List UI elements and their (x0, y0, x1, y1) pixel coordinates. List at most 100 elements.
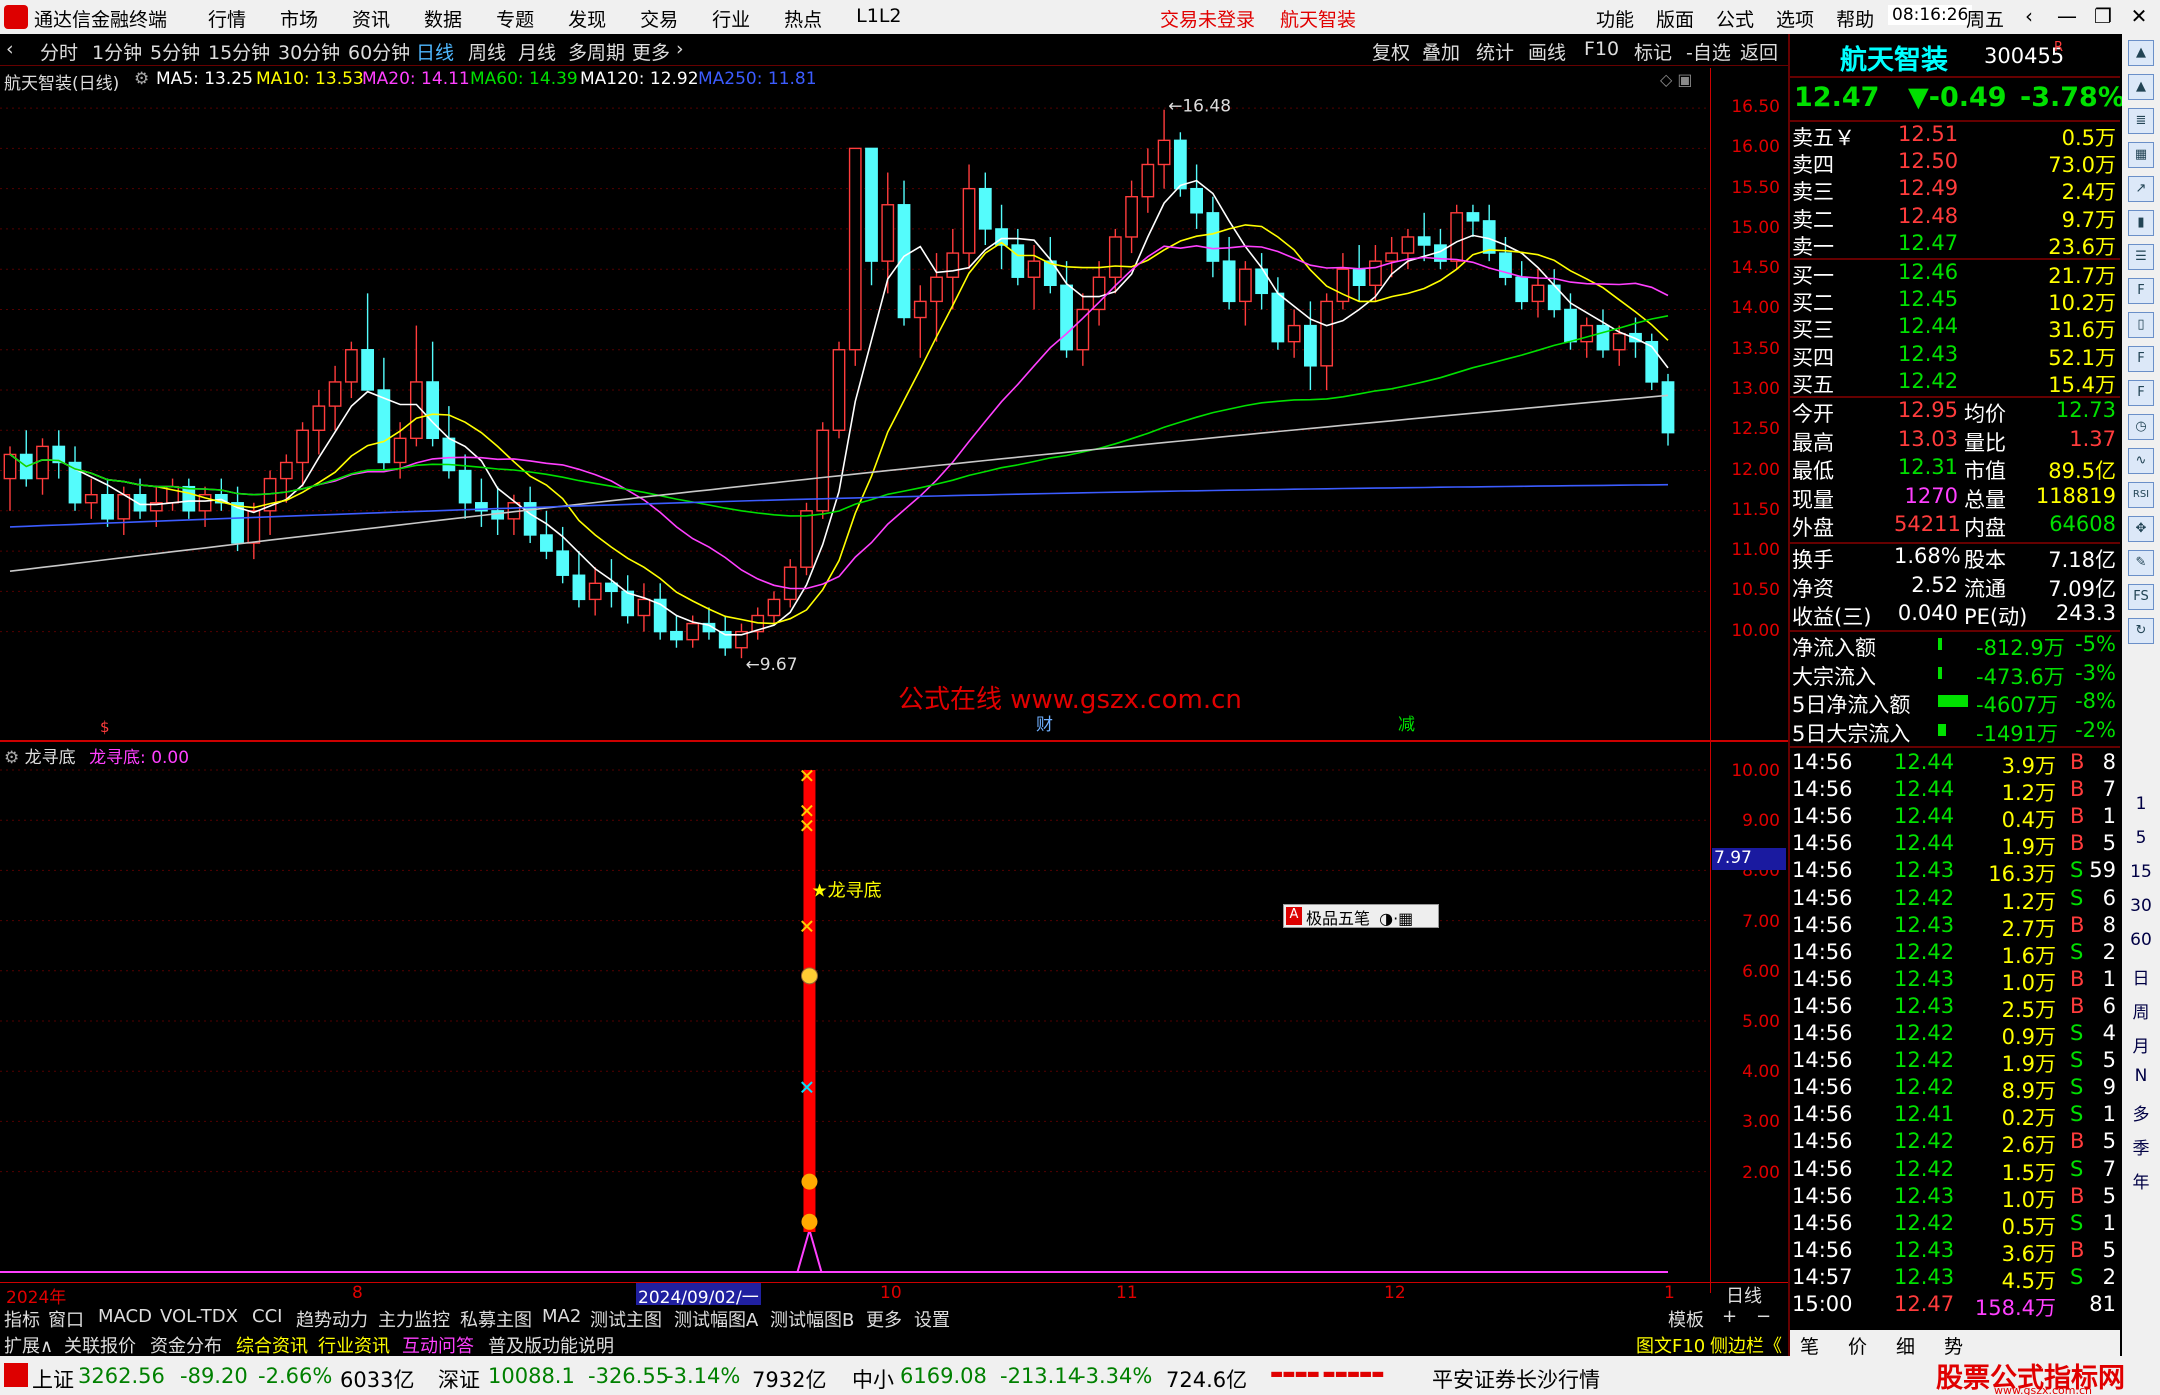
sidebar-tab[interactable]: 侧边栏《 (1710, 1332, 1782, 1358)
tick-row[interactable]: 14:56 12.41 0.2万 S 1 (1790, 1102, 2120, 1130)
candle-body[interactable] (1141, 163, 1155, 198)
trade-login-alert[interactable]: 交易未登录 (1160, 5, 1255, 32)
indicator-tab-3[interactable]: VOL-TDX (160, 1306, 238, 1327)
ask-row[interactable]: 卖五￥ 12.51 0.5万 (1790, 122, 2120, 150)
up-icon[interactable]: ▲ (2128, 74, 2154, 100)
indicator-tab-7[interactable]: 私募主图 (460, 1306, 532, 1332)
candle-body[interactable] (36, 445, 49, 480)
tick-row[interactable]: 14:56 12.44 3.9万 B 8 (1790, 750, 2120, 778)
candlestick-chart[interactable]: ←16.48 ←9.67 公式在线 www.gszx.com.cn财 减 $ (0, 68, 1710, 740)
sh-label[interactable]: 上证 (32, 1364, 74, 1394)
candle-body[interactable] (930, 276, 943, 303)
candle-body[interactable] (962, 187, 976, 254)
period-tab-0[interactable]: 分时 (40, 38, 78, 65)
tick-row[interactable]: 14:56 12.42 1.5万 S 7 (1790, 1157, 2120, 1185)
right-menu-item-4[interactable]: 帮助 (1836, 5, 1874, 32)
candle-body[interactable] (1271, 292, 1285, 343)
tick-row[interactable]: 14:56 12.43 2.7万 B 8 (1790, 913, 2120, 941)
candle-body[interactable] (117, 494, 131, 520)
candle-body[interactable] (1385, 252, 1399, 262)
candle-body[interactable] (1304, 324, 1317, 367)
candle-body[interactable] (1287, 324, 1301, 343)
indicator-tab-6[interactable]: 主力监控 (378, 1306, 450, 1332)
indicator-tab-11[interactable]: 测试幅图B (770, 1306, 854, 1332)
candle-body[interactable] (670, 630, 683, 641)
candle-body[interactable] (1612, 332, 1626, 351)
ext-tab-5[interactable]: 互动问答 (402, 1332, 474, 1358)
stat-row[interactable]: 最低 12.31 市值 89.5亿 (1790, 455, 2120, 483)
candle-body[interactable] (1027, 260, 1041, 278)
stock-name-alert[interactable]: 航天智装 (1280, 5, 1356, 32)
bid-row[interactable]: 买四 12.43 52.1万 (1790, 342, 2120, 370)
ext-tab-1[interactable]: 关联报价 (64, 1332, 136, 1358)
tick-row[interactable]: 14:56 12.42 2.6万 B 5 (1790, 1129, 2120, 1157)
menu-item-2[interactable]: 资讯 (352, 5, 390, 32)
candle-body[interactable] (312, 405, 326, 431)
period-tab-8[interactable]: 月线 (518, 38, 556, 65)
candle-body[interactable] (540, 534, 553, 552)
indicator-tab-12[interactable]: 更多 (866, 1306, 902, 1332)
template-tab-2[interactable]: − (1756, 1306, 1771, 1327)
indicator-tab-5[interactable]: 趋势动力 (296, 1306, 368, 1332)
candle-body[interactable] (328, 381, 342, 407)
candle-body[interactable] (1060, 284, 1073, 351)
tick-view-tab-1[interactable]: 价 (1848, 1332, 1867, 1359)
back-icon[interactable]: ‹ (2014, 4, 2044, 28)
period-tab-3[interactable]: 15分钟 (208, 38, 270, 65)
tick-row[interactable]: 14:56 12.43 1.0万 B 1 (1790, 967, 2120, 995)
ext-tab-3[interactable]: 综合资讯 (236, 1332, 308, 1358)
chart-icon[interactable]: ↗ (2128, 176, 2154, 202)
candle-body[interactable] (1531, 284, 1545, 303)
indicator-tab-8[interactable]: MA2 (542, 1306, 581, 1327)
candle-body[interactable] (1564, 308, 1577, 343)
candle-body[interactable] (588, 582, 602, 601)
candle-body[interactable] (783, 566, 797, 601)
tick-view-tab-2[interactable]: 细 (1896, 1332, 1915, 1359)
ext-tab-6[interactable]: 普及版功能说明 (488, 1332, 614, 1358)
settings-icon[interactable]: ⚙ (4, 748, 19, 768)
candle-body[interactable] (913, 300, 927, 319)
stat-row[interactable]: 现量 1270 总量 118819 (1790, 484, 2120, 512)
more-chevron-icon[interactable]: › (676, 38, 684, 60)
ext-tab-4[interactable]: 行业资讯 (318, 1332, 390, 1358)
candle-body[interactable] (1190, 187, 1203, 214)
stat-row[interactable]: 最高 13.03 量比 1.37 (1790, 427, 2120, 455)
split-icon[interactable]: F (2128, 346, 2154, 372)
candle-body[interactable] (1076, 308, 1090, 351)
bid-row[interactable]: 买一 12.46 21.7万 (1790, 260, 2120, 288)
chart-option-icon[interactable]: ◇ ▣ (1660, 70, 1693, 89)
tick-row[interactable]: 14:56 12.42 0.9万 S 4 (1790, 1021, 2120, 1049)
candle-body[interactable] (1238, 268, 1252, 303)
menu-item-6[interactable]: 交易 (640, 5, 678, 32)
up-arrow-icon[interactable]: ▲ (2128, 40, 2154, 66)
f2-icon[interactable]: F (2128, 380, 2154, 406)
bar-icon[interactable]: ▮ (2128, 210, 2154, 236)
period-shortcut-0[interactable]: 1 (2122, 794, 2160, 814)
candle-body[interactable] (409, 381, 423, 440)
candle-body[interactable] (1515, 276, 1529, 303)
menu-item-9[interactable]: L1L2 (856, 5, 901, 32)
period-tab-5[interactable]: 60分钟 (348, 38, 410, 65)
bid-row[interactable]: 买五 12.42 15.4万 (1790, 369, 2120, 397)
menu-item-4[interactable]: 专题 (496, 5, 534, 32)
period-shortcut-10[interactable]: 季 (2122, 1134, 2160, 1159)
restore-icon[interactable]: ❐ (2088, 4, 2118, 28)
period-shortcut-8[interactable]: N (2122, 1066, 2160, 1086)
candle-body[interactable] (1108, 236, 1122, 278)
bid-row[interactable]: 买二 12.45 10.2万 (1790, 287, 2120, 315)
candle-body[interactable] (800, 510, 813, 568)
period-shortcut-5[interactable]: 日 (2122, 964, 2160, 989)
indicator-tab-9[interactable]: 测试主图 (590, 1306, 662, 1332)
candle-body[interactable] (1580, 324, 1594, 343)
tick-row[interactable]: 14:56 12.43 2.5万 B 6 (1790, 994, 2120, 1022)
period-shortcut-4[interactable]: 60 (2122, 930, 2160, 950)
candle-body[interactable] (605, 582, 618, 593)
candle-body[interactable] (1596, 324, 1610, 351)
candle-body[interactable] (1125, 196, 1138, 238)
ask-row[interactable]: 卖二 12.48 9.7万 (1790, 204, 2120, 232)
chart-tool-0[interactable]: 复权 (1372, 38, 1410, 65)
candle-body[interactable] (1417, 236, 1431, 246)
candle-body[interactable] (1173, 139, 1187, 190)
indicator-tab-10[interactable]: 测试幅图A (674, 1306, 758, 1332)
move-icon[interactable]: ✥ (2128, 516, 2154, 542)
